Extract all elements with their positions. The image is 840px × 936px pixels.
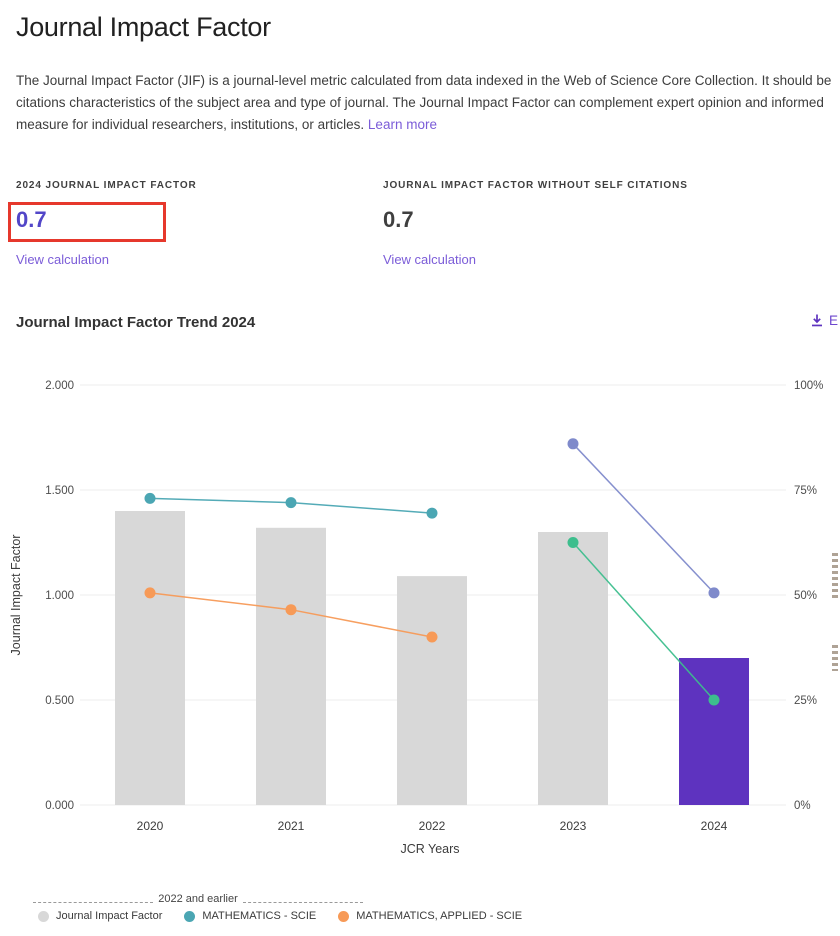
bar-2021[interactable] [256, 528, 326, 805]
legend-rule-line [33, 902, 153, 903]
legend-item-jif[interactable]: Journal Impact Factor [38, 910, 162, 922]
data-point-series3-2023[interactable] [568, 537, 579, 548]
jif-metric-label: 2024 JOURNAL IMPACT FACTOR [16, 180, 197, 191]
right-axis-tick-label: 100% [794, 380, 823, 392]
trend-chart-title: Journal Impact Factor Trend 2024 [16, 314, 255, 331]
x-tick-label-2022: 2022 [419, 819, 446, 833]
legend-swatch-orange [338, 911, 349, 922]
left-axis-tick-label: 0.500 [45, 695, 74, 707]
jif-view-calculation-link[interactable]: View calculation [16, 252, 109, 267]
page-title: Journal Impact Factor [16, 12, 271, 43]
data-point-series1-2020[interactable] [145, 587, 156, 598]
legend-item-mathematics-scie[interactable]: MATHEMATICS - SCIE [184, 910, 316, 922]
data-point-series1-2022[interactable] [427, 632, 438, 643]
chart-legend: 2022 and earlier Journal Impact Factor M… [33, 892, 363, 922]
legend-swatch-gray [38, 911, 49, 922]
left-axis-tick-label: 1.000 [45, 590, 74, 602]
export-button[interactable]: E [810, 313, 838, 328]
data-point-series3-2024[interactable] [709, 695, 720, 706]
description-line: The Journal Impact Factor (JIF) is a jou… [16, 70, 840, 92]
jif-no-self-view-calculation-link[interactable]: View calculation [383, 252, 476, 267]
data-point-series2-2023[interactable] [568, 438, 579, 449]
legend-item-label: MATHEMATICS - SCIE [202, 910, 316, 922]
description-line: measure for individual researchers, inst… [16, 114, 840, 136]
data-point-series0-2020[interactable] [145, 493, 156, 504]
x-tick-label-2023: 2023 [560, 819, 587, 833]
left-axis-tick-label: 2.000 [45, 380, 74, 392]
data-point-series2-2024[interactable] [709, 587, 720, 598]
learn-more-link[interactable]: Learn more [368, 117, 437, 132]
legend-swatch-teal [184, 911, 195, 922]
legend-group-rule: 2022 and earlier [33, 892, 363, 906]
jif-trend-chart: 2.000 100% 1.500 75% 1.000 50% 0.500 25% 0.000 0%… [0, 360, 840, 870]
bar-2024[interactable] [679, 658, 749, 805]
jif-no-self-metric-label: JOURNAL IMPACT FACTOR WITHOUT SELF CITAT… [383, 180, 688, 191]
x-tick-label-2020: 2020 [137, 819, 164, 833]
left-axis-title: Journal Impact Factor [9, 535, 23, 656]
bar-2023[interactable] [538, 532, 608, 805]
x-tick-label-2021: 2021 [278, 819, 305, 833]
legend-item-mathematics-applied-scie[interactable]: MATHEMATICS, APPLIED - SCIE [338, 910, 522, 922]
download-icon [810, 313, 824, 328]
jif-no-self-metric-value: 0.7 [383, 207, 414, 233]
right-axis-tick-label: 75% [794, 485, 817, 497]
legend-group-label: 2022 and earlier [153, 893, 243, 905]
jif-metric-value: 0.7 [16, 207, 47, 233]
x-axis-title: JCR Years [400, 842, 459, 856]
legend-item-label: Journal Impact Factor [56, 910, 162, 922]
right-axis-label-clipped [832, 553, 838, 601]
data-point-series0-2021[interactable] [286, 497, 297, 508]
description: The Journal Impact Factor (JIF) is a jou… [16, 70, 840, 136]
right-axis-tick-label: 25% [794, 695, 817, 707]
data-point-series0-2022[interactable] [427, 508, 438, 519]
left-axis-tick-label: 1.500 [45, 485, 74, 497]
bar-2020[interactable] [115, 511, 185, 805]
legend-rule-line [243, 902, 363, 903]
right-axis-tick-label: 0% [794, 800, 811, 812]
description-text: measure for individual researchers, inst… [16, 117, 364, 132]
left-axis-tick-label: 0.000 [45, 800, 74, 812]
right-axis-tick-label: 50% [794, 590, 817, 602]
export-button-label: E [829, 313, 838, 328]
x-tick-label-2024: 2024 [701, 819, 728, 833]
legend-item-label: MATHEMATICS, APPLIED - SCIE [356, 910, 522, 922]
right-axis-label-clipped [832, 645, 838, 671]
data-point-series1-2021[interactable] [286, 604, 297, 615]
description-line: citations characteristics of the subject… [16, 92, 840, 114]
bar-2022[interactable] [397, 576, 467, 805]
